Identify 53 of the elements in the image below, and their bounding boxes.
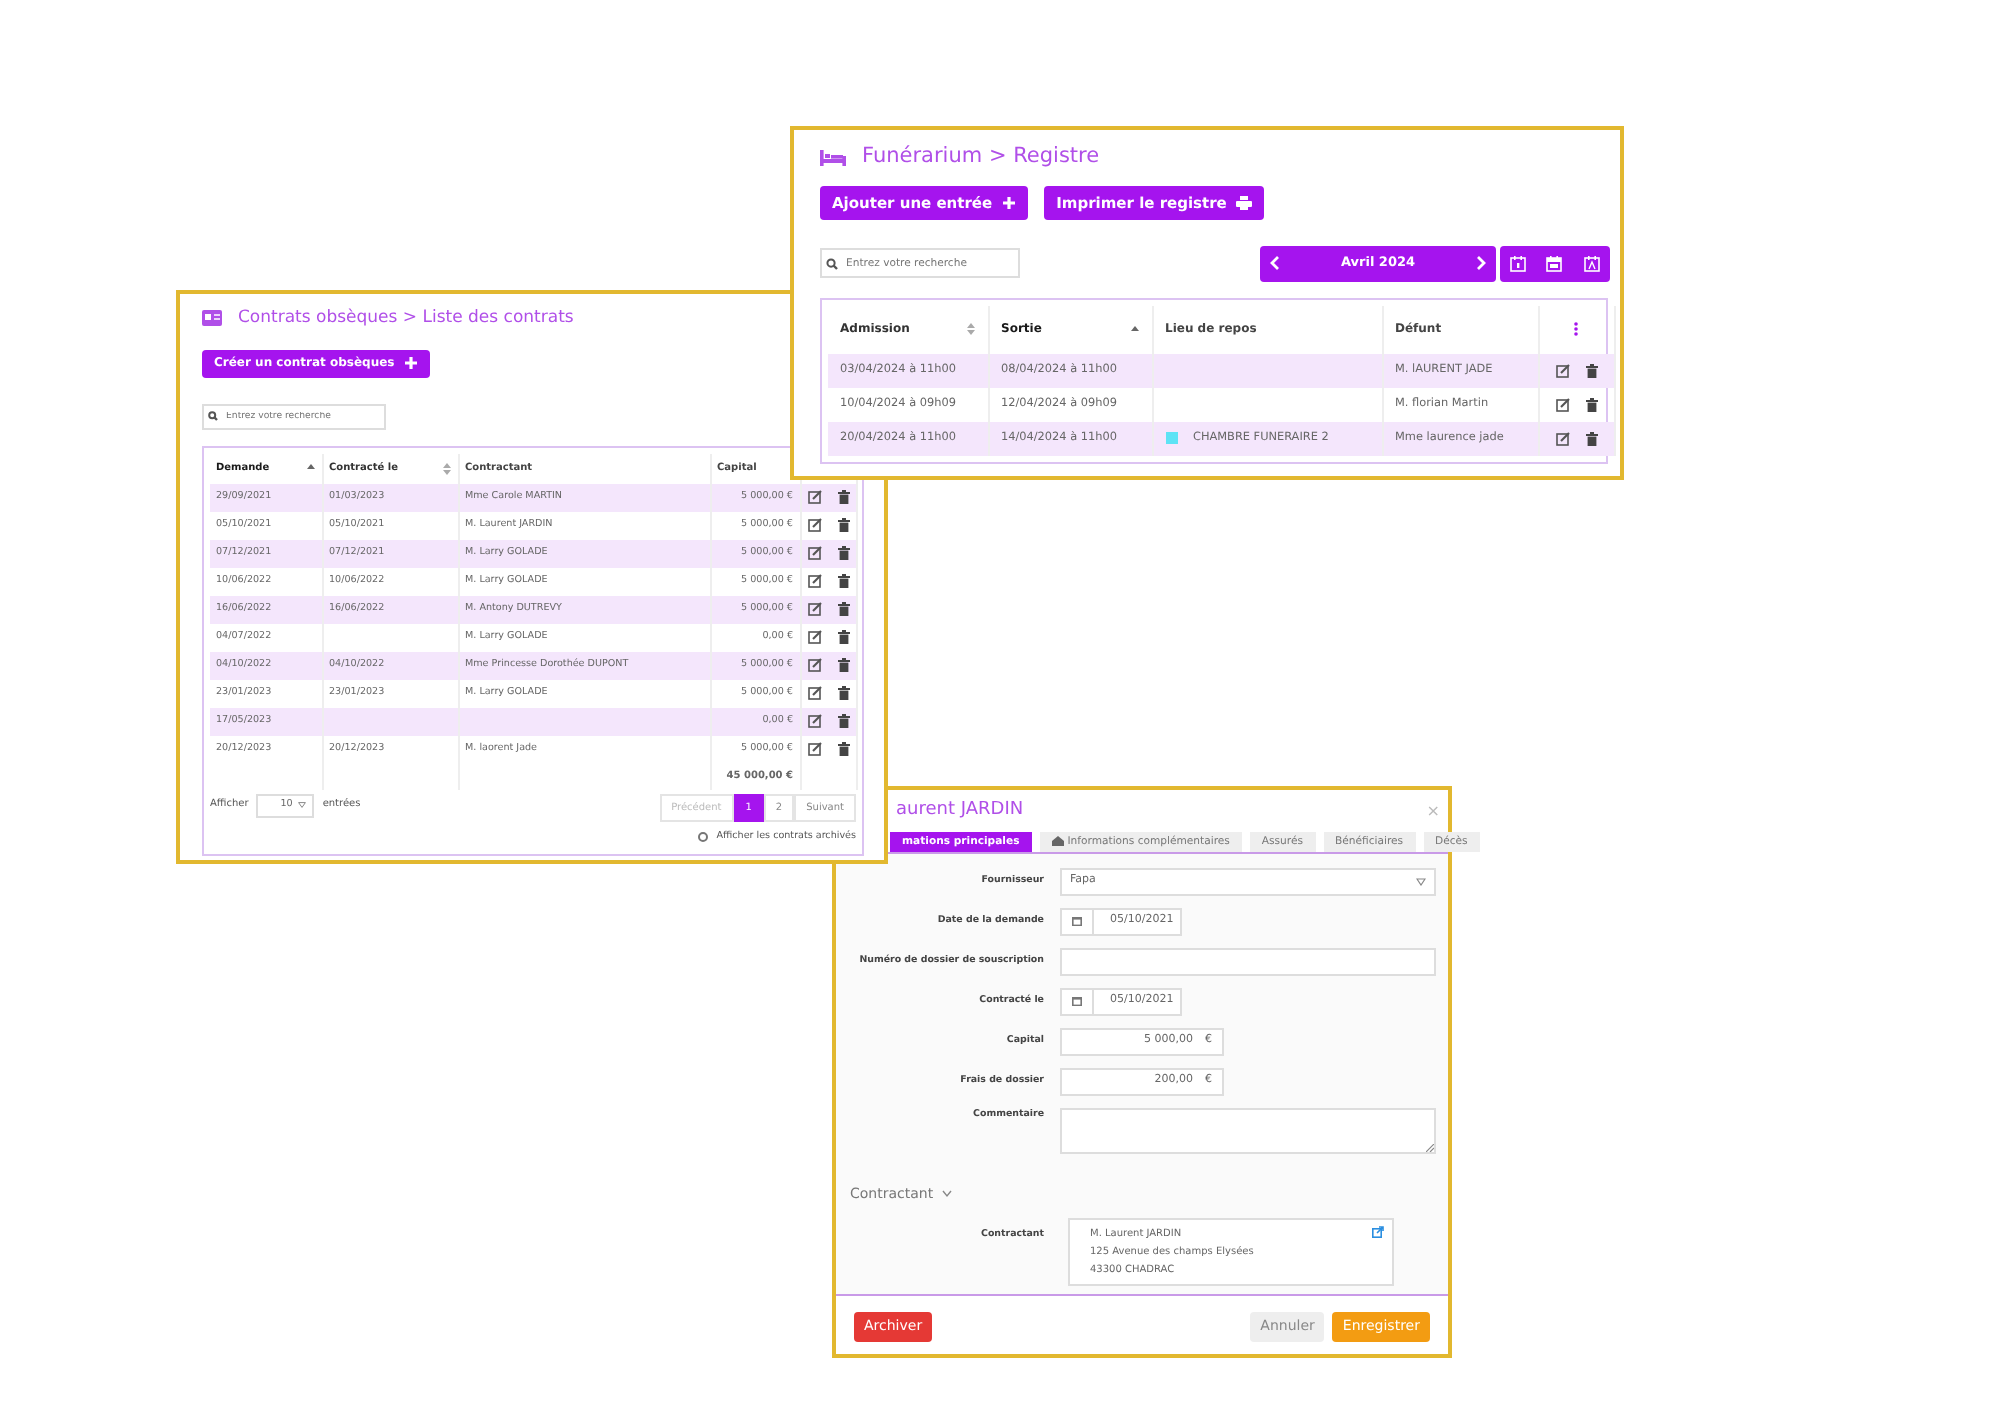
edit-icon[interactable] <box>1555 431 1569 446</box>
dropdown-caret-icon <box>1416 877 1426 885</box>
edit-icon[interactable] <box>807 686 821 701</box>
chevron-right-icon[interactable] <box>1476 256 1486 271</box>
trash-icon[interactable] <box>837 574 849 589</box>
sort-ascending-icon[interactable] <box>1129 323 1139 336</box>
trash-icon[interactable] <box>837 546 849 561</box>
trash-icon[interactable] <box>837 490 849 505</box>
edit-icon[interactable] <box>807 490 821 505</box>
edit-icon[interactable] <box>1555 363 1569 378</box>
resize-grip-icon <box>1426 1143 1434 1151</box>
day-calendar-icon[interactable] <box>1510 255 1527 272</box>
trash-icon[interactable] <box>1585 397 1597 412</box>
sort-ascending-icon[interactable] <box>305 462 315 475</box>
edit-icon[interactable] <box>807 602 821 617</box>
edit-icon[interactable] <box>807 742 821 757</box>
page-title: Funérarium > Registre <box>862 142 1100 172</box>
trash-icon[interactable] <box>1585 431 1597 446</box>
page-title: Contrats obsèques > Liste des contrats <box>238 306 574 332</box>
calendar-icon <box>1072 996 1082 1006</box>
month-calendar-icon[interactable] <box>1546 255 1563 272</box>
comment-field[interactable] <box>1060 1107 1436 1153</box>
edit-icon[interactable] <box>807 658 821 673</box>
dropdown-caret-icon <box>298 802 307 809</box>
edit-icon[interactable] <box>1555 397 1569 412</box>
edit-icon[interactable] <box>807 630 821 645</box>
trash-icon[interactable] <box>837 742 849 757</box>
trash-icon[interactable] <box>1585 363 1597 378</box>
id-card-icon <box>202 310 222 327</box>
text-field[interactable] <box>1060 947 1436 975</box>
trash-icon[interactable] <box>837 630 849 645</box>
archived-checkbox[interactable] <box>698 831 709 842</box>
agenda-calendar-icon[interactable] <box>1583 255 1600 272</box>
trash-icon[interactable] <box>837 658 849 673</box>
modal-title: aurent JARDIN <box>896 798 1026 824</box>
printer-icon <box>1236 195 1253 210</box>
search-icon <box>208 411 218 422</box>
trash-icon[interactable] <box>837 686 849 701</box>
trash-icon[interactable] <box>837 714 849 729</box>
edit-icon[interactable] <box>807 518 821 533</box>
chevron-left-icon[interactable] <box>1270 256 1280 271</box>
house-icon <box>1051 836 1064 846</box>
trash-icon[interactable] <box>837 602 849 617</box>
bed-icon <box>820 149 846 166</box>
calendar-icon <box>1072 916 1082 926</box>
search-icon <box>826 257 838 270</box>
edit-icon[interactable] <box>807 574 821 589</box>
plus-icon <box>1002 195 1017 210</box>
edit-icon[interactable] <box>807 546 821 561</box>
edit-icon[interactable] <box>807 714 821 729</box>
plus-icon <box>404 356 419 371</box>
external-link-icon[interactable] <box>1372 1226 1384 1238</box>
trash-icon[interactable] <box>837 518 849 533</box>
